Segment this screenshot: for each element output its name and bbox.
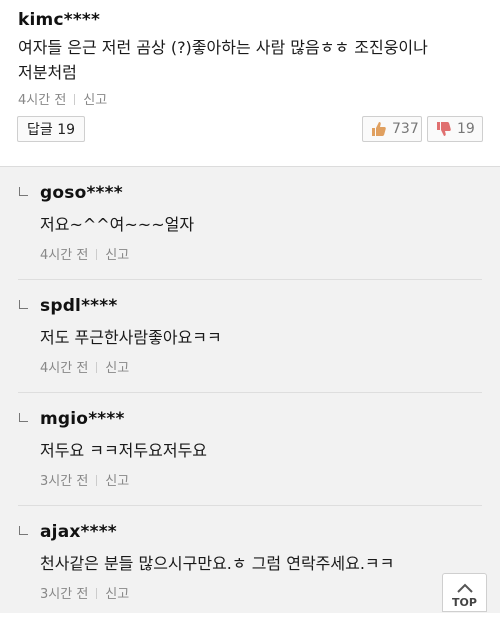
reply-author[interactable]: mgio****: [40, 409, 125, 429]
report-link[interactable]: 신고: [83, 93, 107, 108]
reply-item: ajax**** 천사같은 분들 많으시구만요.ㅎ 그럼 연락주세요.ㅋㅋ 3시…: [0, 506, 500, 618]
reply-arrow-icon: [19, 413, 28, 422]
main-comment: kimc**** 여자들 은근 저런 곰상 (?)좋아하는 사람 많음ㅎㅎ 조진…: [0, 0, 500, 166]
comment-author[interactable]: kimc****: [18, 10, 100, 30]
report-link[interactable]: 신고: [105, 361, 129, 376]
reply-author[interactable]: ajax****: [40, 522, 117, 542]
meta-separator: [96, 362, 98, 373]
like-count: 737: [392, 121, 419, 137]
meta-separator: [96, 588, 98, 599]
dislike-count: 19: [457, 121, 475, 137]
reply-time: 3시간 전: [40, 474, 89, 489]
reply-author[interactable]: spdl****: [40, 296, 117, 316]
reply-meta: 4시간 전 신고: [40, 357, 129, 376]
reply-time: 3시간 전: [40, 587, 89, 602]
reply-list: goso**** 저요~^^여~~~얼자 4시간 전 신고 spdl**** 저도…: [0, 166, 500, 613]
reply-text: 저도 푸근한사람좋아요ㅋㅋ: [40, 328, 222, 347]
report-link[interactable]: 신고: [105, 474, 129, 489]
thumbs-down-icon: [436, 120, 451, 144]
reply-meta: 3시간 전 신고: [40, 583, 129, 602]
reply-time: 4시간 전: [40, 248, 89, 263]
report-link[interactable]: 신고: [105, 248, 129, 263]
top-label: TOP: [452, 596, 477, 609]
report-link[interactable]: 신고: [105, 587, 129, 602]
reply-meta: 3시간 전 신고: [40, 470, 129, 489]
reply-time: 4시간 전: [40, 361, 89, 376]
scroll-top-button[interactable]: TOP: [442, 573, 487, 612]
comment-meta: 4시간 전 신고: [18, 89, 107, 108]
comment-time: 4시간 전: [18, 93, 67, 108]
reply-item: spdl**** 저도 푸근한사람좋아요ㅋㅋ 4시간 전 신고: [0, 280, 500, 392]
reply-arrow-icon: [19, 187, 28, 196]
reply-text: 천사같은 분들 많으시구만요.ㅎ 그럼 연락주세요.ㅋㅋ: [40, 554, 395, 573]
dislike-button[interactable]: 19: [427, 116, 483, 142]
reply-text: 저요~^^여~~~얼자: [40, 215, 195, 234]
meta-separator: [74, 94, 76, 105]
comment-text-line2: 저분처럼: [18, 63, 77, 82]
reply-arrow-icon: [19, 526, 28, 535]
like-button[interactable]: 737: [362, 116, 422, 142]
meta-separator: [96, 475, 98, 486]
reply-count-button[interactable]: 답글 19: [17, 116, 85, 142]
reply-meta: 4시간 전 신고: [40, 244, 129, 263]
thumbs-up-icon: [371, 120, 386, 144]
meta-separator: [96, 249, 98, 260]
reply-item: goso**** 저요~^^여~~~얼자 4시간 전 신고: [0, 167, 500, 279]
reply-text: 저두요 ㅋㅋ저두요저두요: [40, 441, 208, 460]
reply-arrow-icon: [19, 300, 28, 309]
reply-author[interactable]: goso****: [40, 183, 123, 203]
reply-item: mgio**** 저두요 ㅋㅋ저두요저두요 3시간 전 신고: [0, 393, 500, 505]
comment-text-line1: 여자들 은근 저런 곰상 (?)좋아하는 사람 많음ㅎㅎ 조진웅이나: [18, 38, 428, 57]
